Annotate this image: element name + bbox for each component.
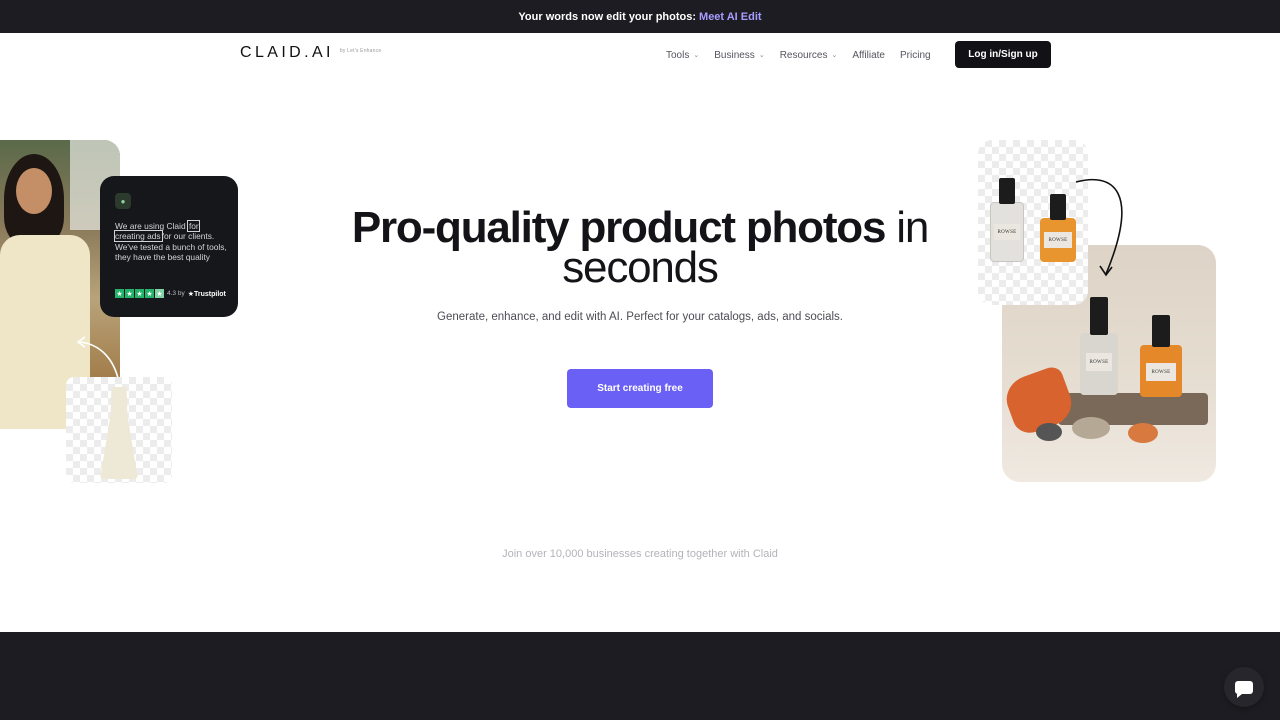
- testimonial-quote: We are using Claid for creating adsfor o…: [114, 219, 227, 262]
- arrow-icon: [1075, 178, 1123, 277]
- rating-value: 4.3 by: [167, 290, 185, 297]
- bottle-label: ROWSE: [1044, 232, 1072, 248]
- model-face: [16, 168, 52, 214]
- nav-item-resources[interactable]: Resources ⌄: [780, 50, 838, 61]
- chevron-down-icon: ⌄: [758, 52, 765, 59]
- chevron-down-icon: ⌄: [831, 52, 838, 59]
- star-icon: ★: [155, 289, 164, 298]
- bottle-label: ROWSE: [1146, 363, 1176, 381]
- hero-title: Pro-quality product photos in seconds: [340, 206, 940, 290]
- announcement-bar: Your words now edit your photos: Meet AI…: [0, 0, 1280, 33]
- nav-item-affiliate[interactable]: Affiliate: [852, 50, 885, 61]
- announcement-text: Your words now edit your photos:: [518, 10, 697, 23]
- hero-title-seconds: seconds: [562, 243, 719, 292]
- user-icon: ●: [115, 193, 131, 209]
- nav-item-label: Tools: [666, 49, 690, 61]
- rating-stars: ★ ★ ★ ★ ★: [115, 289, 164, 298]
- hero-title-in: in: [896, 203, 929, 252]
- site-header: CLAID.AI by Let's Enhance Tools ⌄ Busine…: [0, 33, 1280, 77]
- nav-item-label: Business: [714, 49, 755, 61]
- bottle-cap: [1090, 297, 1108, 335]
- nav-item-label: Affiliate: [852, 49, 885, 61]
- bottle-label: ROWSE: [994, 224, 1020, 240]
- bottle-cap: [999, 178, 1015, 204]
- chevron-down-icon: ⌄: [693, 52, 700, 59]
- nav-item-label: Resources: [779, 49, 828, 61]
- testimonial-card: ● We are using Claid for creating adsfor…: [100, 176, 238, 317]
- star-icon: ★: [135, 289, 144, 298]
- dress-cutout: [100, 387, 138, 479]
- social-proof-text: Join over 10,000 businesses creating tog…: [502, 548, 778, 560]
- star-icon: ★: [145, 289, 154, 298]
- star-icon: ★: [115, 289, 124, 298]
- chat-icon: [1235, 680, 1253, 698]
- trustpilot-logo: ★Trustpilot: [187, 290, 226, 298]
- nav-item-business[interactable]: Business ⌄: [714, 50, 764, 61]
- nav-item-label: Pricing: [900, 49, 931, 61]
- main-nav: Tools ⌄ Business ⌄ Resources ⌄ Affiliate…: [666, 33, 946, 77]
- bottle-cap: [1050, 194, 1066, 220]
- cutout-bottles-image: ROWSE ROWSE: [978, 140, 1088, 305]
- start-creating-button[interactable]: Start creating free: [567, 369, 713, 408]
- logo-text: CLAID.AI: [240, 44, 334, 61]
- bottle-label: ROWSE: [1086, 353, 1112, 371]
- dark-pebble: [1036, 423, 1062, 441]
- dark-section: [0, 632, 1280, 720]
- nav-item-pricing[interactable]: Pricing: [900, 50, 931, 61]
- login-signup-button[interactable]: Log in/Sign up: [955, 41, 1051, 68]
- grey-pebble: [1072, 417, 1110, 439]
- star-icon: ★: [125, 289, 134, 298]
- orange-pebble: [1128, 423, 1158, 443]
- arrow-icon: [76, 336, 119, 379]
- quote-start: We are using Claid: [115, 221, 186, 231]
- logo[interactable]: CLAID.AI by Let's Enhance: [240, 44, 381, 62]
- announcement-link[interactable]: Meet AI Edit: [699, 11, 762, 23]
- nav-item-tools[interactable]: Tools ⌄: [666, 50, 699, 61]
- logo-subtitle: by Let's Enhance: [339, 48, 382, 54]
- trustpilot-rating: ★ ★ ★ ★ ★ 4.3 by ★Trustpilot: [115, 289, 226, 298]
- chat-widget-button[interactable]: [1224, 667, 1264, 707]
- hero-subtitle: Generate, enhance, and edit with AI. Per…: [437, 311, 843, 323]
- bottle-cap: [1152, 315, 1170, 347]
- cutout-dress-image: [66, 377, 172, 483]
